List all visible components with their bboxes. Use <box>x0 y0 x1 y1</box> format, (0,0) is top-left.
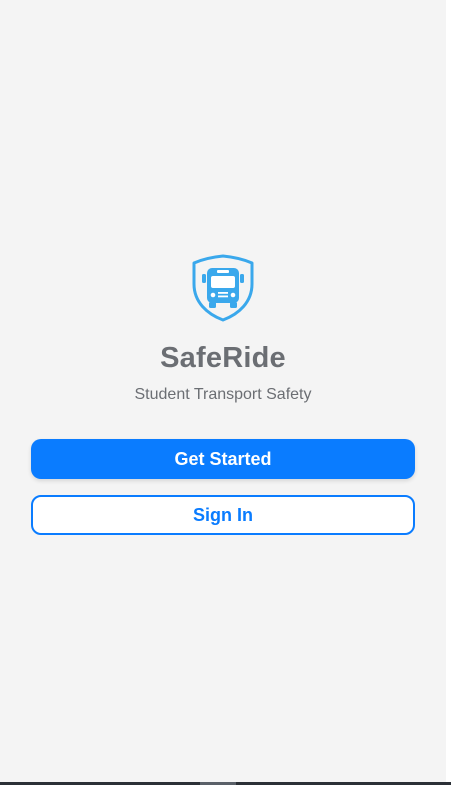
welcome-screen: SafeRide Student Transport Safety Get St… <box>0 0 446 782</box>
scrollbar-track[interactable] <box>446 0 451 782</box>
sign-in-button[interactable]: Sign In <box>31 495 415 535</box>
shield-bus-icon <box>191 254 255 322</box>
app-title: SafeRide <box>160 342 286 374</box>
app-subtitle: Student Transport Safety <box>134 386 312 403</box>
get-started-button[interactable]: Get Started <box>31 439 415 479</box>
